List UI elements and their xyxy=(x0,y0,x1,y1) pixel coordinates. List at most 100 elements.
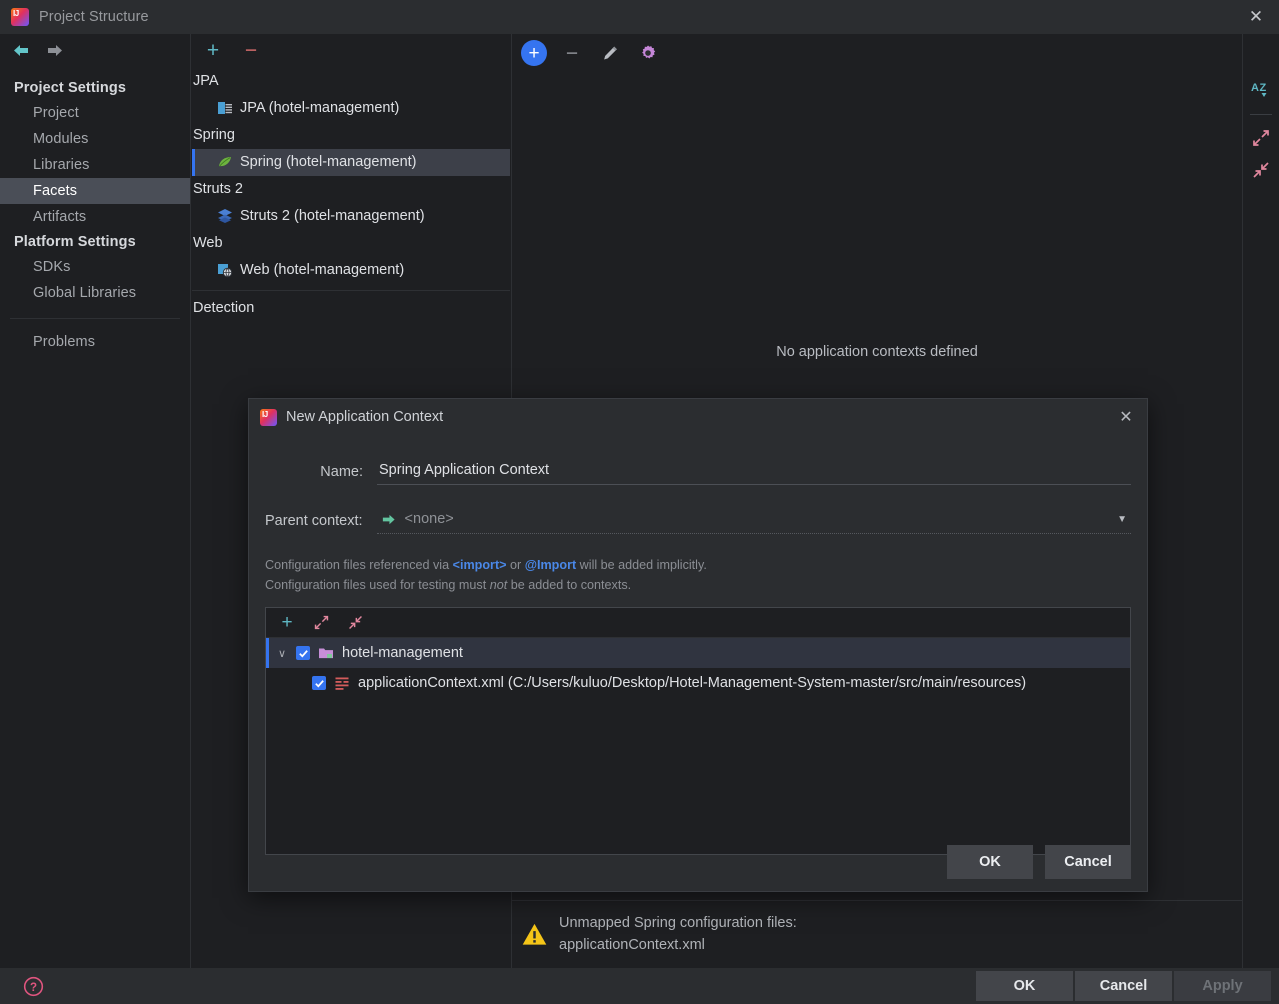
name-field-row: Name: xyxy=(265,459,1131,485)
facet-node-web[interactable]: Web (hotel-management) xyxy=(192,257,510,284)
sidebar-group-project-settings: Project Settings xyxy=(14,80,126,96)
project-structure-window: Project Structure ✕ Project Settings Pro… xyxy=(0,0,1279,1004)
sidebar-item-sdks[interactable]: SDKs xyxy=(0,254,190,280)
sidebar-navigation xyxy=(0,34,190,67)
facet-node-label: Struts 2 (hotel-management) xyxy=(240,208,425,224)
minus-icon: − xyxy=(565,41,579,65)
tree-row-config-file[interactable]: applicationContext.xml (C:/Users/kuluo/D… xyxy=(266,668,1130,698)
context-add-button[interactable]: + xyxy=(521,40,547,66)
module-checkbox[interactable] xyxy=(296,646,310,661)
jpa-facet-icon xyxy=(218,102,232,114)
context-remove-button[interactable]: − xyxy=(559,40,585,66)
sidebar-item-modules[interactable]: Modules xyxy=(0,126,190,152)
context-settings-button[interactable] xyxy=(635,40,661,66)
plus-icon: + xyxy=(206,38,220,62)
facet-node-struts2[interactable]: Struts 2 (hotel-management) xyxy=(192,203,510,230)
warning-text: Unmapped Spring configuration files: app… xyxy=(559,913,797,955)
sidebar-item-global-libraries[interactable]: Global Libraries xyxy=(0,280,190,306)
hint-line-2: Configuration files used for testing mus… xyxy=(265,576,1131,596)
collapse-all-button[interactable] xyxy=(1247,156,1275,184)
pencil-edit-icon xyxy=(603,46,617,59)
tree-row-label: hotel-management xyxy=(342,645,463,662)
svg-text:A: A xyxy=(1251,82,1259,94)
sidebar-list: Project Settings Project Modules Librari… xyxy=(0,67,190,355)
modal-ok-button[interactable]: OK xyxy=(947,845,1033,879)
name-label: Name: xyxy=(320,464,363,480)
right-vertical-toolbar: A Z xyxy=(1242,34,1279,968)
facet-group-struts2: Struts 2 xyxy=(193,181,243,197)
sidebar-item-libraries[interactable]: Libraries xyxy=(0,152,190,178)
window-title-bar: Project Structure ✕ xyxy=(0,0,1279,34)
dialog-action-buttons: OK Cancel Apply xyxy=(976,971,1279,1001)
tree-row-module[interactable]: ∨ hotel-management xyxy=(266,638,1130,669)
hint-2a: Configuration files used for testing mus… xyxy=(265,577,490,592)
expand-all-icon xyxy=(1253,130,1269,146)
facet-node-jpa[interactable]: JPA (hotel-management) xyxy=(192,95,510,122)
facets-add-button[interactable]: + xyxy=(202,39,224,61)
modal-button-bar: OK Cancel xyxy=(249,833,1147,891)
hint-1a: Configuration files referenced via xyxy=(265,558,453,572)
chevron-down-icon: ▼ xyxy=(1117,513,1127,525)
intellij-logo-icon xyxy=(11,8,29,26)
svg-text:Z: Z xyxy=(1260,82,1267,94)
name-input[interactable] xyxy=(377,459,1131,485)
plus-icon: + xyxy=(281,612,293,634)
spring-xml-file-icon xyxy=(335,677,349,691)
context-edit-button[interactable] xyxy=(597,40,623,66)
config-file-checkbox[interactable] xyxy=(312,676,326,691)
facet-group-detection: Detection xyxy=(193,300,255,316)
expand-all-button[interactable] xyxy=(1247,124,1275,152)
chevron-down-icon[interactable]: ∨ xyxy=(276,647,288,660)
facets-divider xyxy=(192,290,510,291)
vertical-toolbar-divider xyxy=(1250,114,1272,115)
modal-cancel-button[interactable]: Cancel xyxy=(1045,845,1131,879)
config-tree-toolbar: + xyxy=(266,608,1130,639)
sidebar-divider xyxy=(10,318,180,319)
modal-title: New Application Context xyxy=(286,409,444,425)
config-collapse-all-button[interactable] xyxy=(345,613,365,633)
gear-settings-icon xyxy=(642,45,656,59)
sort-alphabetically-button[interactable]: A Z xyxy=(1247,76,1275,104)
new-application-context-dialog: New Application Context ✕ Name: Parent c… xyxy=(248,398,1148,892)
facets-remove-button[interactable]: − xyxy=(240,39,262,61)
facet-node-spring[interactable]: Spring (hotel-management) xyxy=(192,149,510,176)
tree-row-label: applicationContext.xml (C:/Users/kuluo/D… xyxy=(358,675,1027,692)
hint-1c: will be added implicitly. xyxy=(576,558,707,572)
hint-2b: be added to contexts. xyxy=(507,577,632,592)
back-arrow-icon[interactable] xyxy=(10,42,32,60)
svg-text:?: ? xyxy=(29,981,36,993)
cancel-button[interactable]: Cancel xyxy=(1075,971,1172,1001)
forward-arrow-icon xyxy=(44,42,66,60)
sidebar-item-artifacts[interactable]: Artifacts xyxy=(0,204,190,230)
facet-node-label: Spring (hotel-management) xyxy=(240,154,417,170)
collapse-all-icon xyxy=(348,616,362,630)
configuration-hint: Configuration files referenced via <impo… xyxy=(265,556,1131,595)
collapse-all-icon xyxy=(1253,162,1269,178)
sidebar-item-project[interactable]: Project xyxy=(0,100,190,126)
intellij-logo-icon xyxy=(260,408,277,426)
parent-context-label: Parent context: xyxy=(265,513,363,529)
facets-tree: JPA JPA (hotel-management) Spring Spring… xyxy=(192,66,510,322)
facet-node-label: JPA (hotel-management) xyxy=(240,100,400,116)
help-button[interactable]: ? xyxy=(22,975,44,997)
window-close-button[interactable]: ✕ xyxy=(1233,0,1279,34)
parent-context-combobox[interactable]: <none> ▼ xyxy=(376,509,1131,534)
arrow-right-green-icon xyxy=(382,514,395,524)
minus-icon: − xyxy=(244,38,258,62)
web-facet-icon xyxy=(218,264,233,278)
modal-close-button[interactable]: ✕ xyxy=(1105,399,1147,435)
unmapped-warning-bar: Unmapped Spring configuration files: app… xyxy=(512,900,1242,968)
sidebar-item-problems[interactable]: Problems xyxy=(0,329,190,355)
warning-line-1: Unmapped Spring configuration files: xyxy=(559,915,797,932)
apply-button: Apply xyxy=(1174,971,1271,1001)
config-expand-all-button[interactable] xyxy=(311,613,331,633)
hint-line-1: Configuration files referenced via <impo… xyxy=(265,556,1131,576)
hint-code-annotation-import: @Import xyxy=(524,558,577,572)
modal-title-bar: New Application Context ✕ xyxy=(249,399,1147,435)
facet-group-jpa: JPA xyxy=(193,73,219,89)
module-folder-icon xyxy=(319,648,333,659)
sidebar-item-facets[interactable]: Facets xyxy=(0,178,190,204)
config-add-file-button[interactable]: + xyxy=(277,613,297,633)
facet-group-web: Web xyxy=(193,235,223,251)
ok-button[interactable]: OK xyxy=(976,971,1073,1001)
